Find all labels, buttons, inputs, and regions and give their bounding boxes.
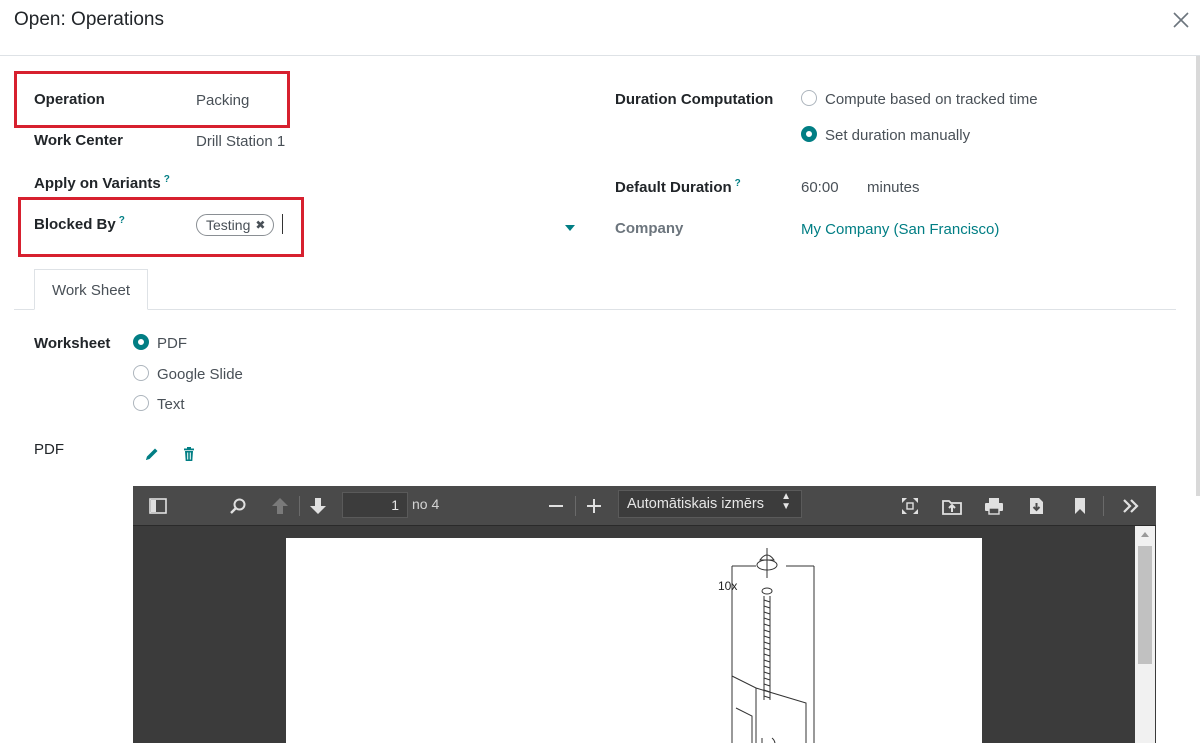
- zoom-in-button[interactable]: [581, 494, 607, 518]
- zoom-select[interactable]: Automātiskais izmērs ▲ ▼: [618, 490, 802, 518]
- company-link[interactable]: My Company (San Francisco): [801, 221, 999, 238]
- double-chevron-right-icon: [1123, 499, 1139, 513]
- pdf-page: 10x: [286, 538, 982, 743]
- bookmark-button[interactable]: [1067, 494, 1093, 518]
- download-icon: [1030, 498, 1043, 514]
- default-duration-label: Default Duration?: [615, 178, 741, 196]
- toolbar-separator: [299, 496, 300, 516]
- apply-on-variants-label: Apply on Variants?: [34, 174, 170, 192]
- pdf-toolbar: 1 no 4 Automātiskais izmērs ▲ ▼: [133, 486, 1156, 526]
- arrow-up-icon: [272, 498, 288, 514]
- close-icon: [1173, 12, 1189, 28]
- scroll-thumb[interactable]: [1138, 546, 1152, 664]
- bookmark-icon: [1075, 498, 1085, 514]
- blocked-by-tag[interactable]: Testing ✖: [196, 214, 275, 236]
- find-button[interactable]: [225, 494, 251, 518]
- duration-computation-label: Duration Computation: [615, 91, 774, 108]
- tab-work-sheet[interactable]: Work Sheet: [34, 269, 148, 310]
- blocked-by-input-caret[interactable]: [282, 214, 283, 234]
- default-duration-text: Default Duration: [615, 179, 732, 196]
- edit-pdf-button[interactable]: [144, 446, 162, 464]
- tabs-divider: [14, 309, 1176, 310]
- help-icon[interactable]: ?: [735, 178, 741, 189]
- dialog-scrollbar[interactable]: [1196, 56, 1200, 496]
- plus-icon: [587, 499, 601, 513]
- default-duration-value[interactable]: 60:00: [801, 179, 839, 196]
- radio-worksheet-text[interactable]: [133, 395, 149, 411]
- arrow-down-icon: [310, 498, 326, 514]
- folder-open-icon: [942, 500, 962, 515]
- pdf-label: PDF: [34, 441, 64, 458]
- search-icon: [230, 498, 246, 514]
- pdf-scrollbar[interactable]: [1135, 526, 1155, 743]
- presentation-mode-button[interactable]: [897, 494, 923, 518]
- radio-set-duration-manually[interactable]: [801, 126, 817, 142]
- help-icon[interactable]: ?: [119, 215, 125, 226]
- sidebar-toggle-button[interactable]: [145, 494, 171, 518]
- blocked-by-text: Blocked By: [34, 216, 116, 233]
- apply-on-variants-text: Apply on Variants: [34, 175, 161, 192]
- blocked-by-label: Blocked By?: [34, 215, 125, 233]
- pencil-icon: [146, 448, 158, 460]
- scroll-up-icon[interactable]: [1141, 532, 1149, 537]
- print-button[interactable]: [981, 494, 1007, 518]
- work-center-value[interactable]: Drill Station 1: [196, 133, 285, 150]
- radio-label-worksheet-text[interactable]: Text: [157, 396, 185, 413]
- close-button[interactable]: [1172, 6, 1196, 34]
- radio-label-set-duration-manually[interactable]: Set duration manually: [825, 127, 970, 144]
- next-page-button[interactable]: [305, 494, 331, 518]
- pdf-viewer[interactable]: 1 no 4 Automātiskais izmērs ▲ ▼ 10x: [133, 486, 1156, 743]
- remove-tag-icon[interactable]: ✖: [255, 215, 265, 235]
- toolbar-separator: [575, 496, 576, 516]
- operation-label: Operation: [34, 91, 105, 108]
- blocked-by-dropdown-icon[interactable]: [565, 225, 575, 231]
- fullscreen-icon: [902, 498, 918, 514]
- assembly-drawing: 10x: [718, 548, 815, 743]
- dialog-header: Open: Operations: [0, 0, 1200, 56]
- toolbar-separator: [1103, 496, 1104, 516]
- dialog-title: Open: Operations: [14, 9, 164, 30]
- work-center-label: Work Center: [34, 132, 123, 149]
- sidebar-icon: [149, 498, 167, 514]
- select-arrows-icon: ▲ ▼: [781, 491, 791, 512]
- page-count: no 4: [412, 496, 440, 512]
- previous-page-button[interactable]: [267, 494, 293, 518]
- page-number-input[interactable]: 1: [342, 492, 408, 518]
- radio-worksheet-pdf[interactable]: [133, 334, 149, 350]
- operation-value[interactable]: Packing: [196, 92, 249, 109]
- radio-label-compute-tracked-time[interactable]: Compute based on tracked time: [825, 91, 1038, 108]
- zoom-select-value: Automātiskais izmērs: [627, 496, 764, 512]
- delete-pdf-button[interactable]: [181, 446, 199, 464]
- minus-icon: [549, 505, 563, 507]
- company-label: Company: [615, 220, 684, 237]
- tag-label: Testing: [206, 217, 251, 233]
- radio-compute-tracked-time[interactable]: [801, 90, 817, 106]
- zoom-out-button[interactable]: [543, 494, 569, 518]
- radio-label-worksheet-pdf[interactable]: PDF: [157, 335, 187, 352]
- tools-menu-button[interactable]: [1118, 494, 1144, 518]
- trash-icon: [184, 447, 194, 461]
- help-icon[interactable]: ?: [164, 174, 170, 185]
- open-file-button[interactable]: [939, 494, 965, 518]
- drawing-quantity-label: 10x: [718, 579, 737, 593]
- default-duration-unit: minutes: [867, 179, 920, 196]
- printer-icon: [985, 498, 1003, 515]
- radio-worksheet-google-slide[interactable]: [133, 365, 149, 381]
- radio-label-worksheet-google-slide[interactable]: Google Slide: [157, 366, 243, 383]
- download-button[interactable]: [1023, 494, 1049, 518]
- worksheet-label: Worksheet: [34, 335, 111, 352]
